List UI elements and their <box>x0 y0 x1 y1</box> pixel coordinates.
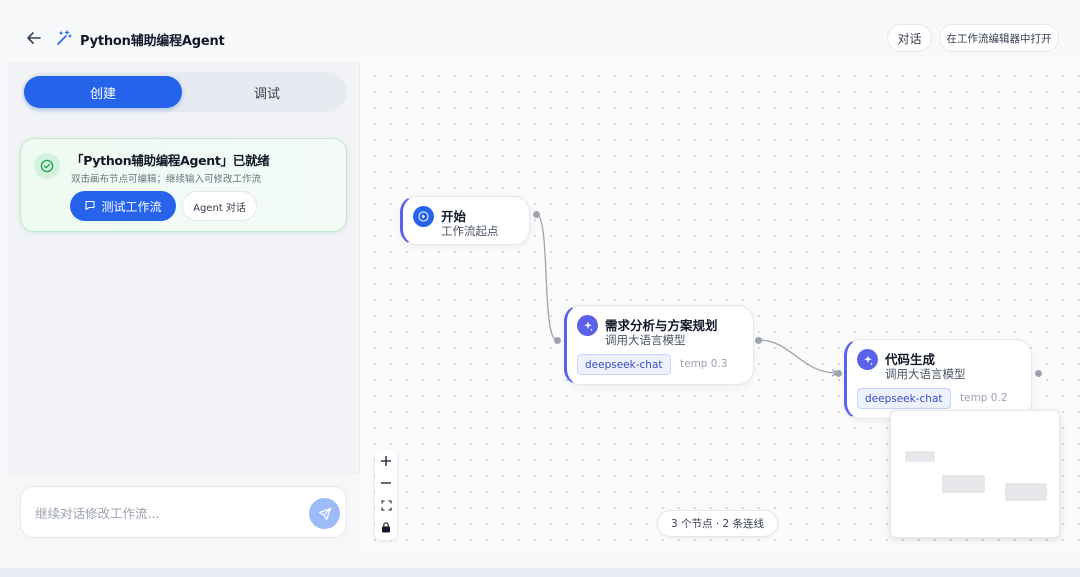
node-code-generation[interactable]: 代码生成 调用大语言模型 deepseek-chat temp 0.2 <box>844 339 1032 419</box>
send-icon <box>318 507 331 520</box>
tab-create[interactable]: 创建 <box>24 76 182 108</box>
node-output-handle[interactable] <box>755 337 762 344</box>
plus-icon <box>381 456 391 466</box>
minimap[interactable] <box>890 410 1060 538</box>
chat-bubble-icon <box>84 199 96 214</box>
llm-sparkle-icon <box>857 349 878 370</box>
top-bar: Python辅助编程Agent 对话 在工作流编辑器中打开 <box>0 14 1080 62</box>
node-output-handle[interactable] <box>1035 370 1042 377</box>
mode-tabs: 创建 调试 <box>22 72 347 112</box>
send-button[interactable] <box>309 498 340 529</box>
lock-button[interactable] <box>375 516 397 538</box>
temperature-label: temp 0.3 <box>680 358 728 370</box>
node-subtitle: 调用大语言模型 <box>605 333 686 347</box>
chat-button[interactable]: 对话 <box>887 24 932 52</box>
edge-start-to-analysis <box>535 213 558 341</box>
fit-view-icon <box>380 499 392 511</box>
node-subtitle: 工作流起点 <box>441 224 499 238</box>
play-icon <box>413 206 434 227</box>
workflow-canvas[interactable]: 开始 工作流起点 需求分析与方案规划 调用大语言模型 deepseek-chat… <box>361 62 1080 551</box>
zoom-controls <box>375 450 397 540</box>
builder-panel: 创建 调试 「Python辅助编程Agent」已就绪 双击画布节点可编辑；继续输… <box>8 62 360 551</box>
chat-input-box <box>20 486 347 539</box>
minimap-node <box>942 475 985 493</box>
ready-description: 双击画布节点可编辑；继续输入可修改工作流 <box>71 174 262 185</box>
node-input-handle[interactable] <box>835 370 842 377</box>
minus-icon <box>381 482 391 484</box>
minimap-node <box>905 451 935 462</box>
graph-stats: 3 个节点 · 2 条连线 <box>657 510 778 537</box>
chat-input[interactable] <box>21 487 301 539</box>
back-arrow-icon[interactable] <box>24 28 44 48</box>
app-window: Python辅助编程Agent 对话 在工作流编辑器中打开 创建 调试 「Pyt… <box>0 0 1080 568</box>
open-in-editor-button[interactable]: 在工作流编辑器中打开 <box>939 24 1059 52</box>
model-tag: deepseek-chat <box>857 388 951 409</box>
node-requirement-analysis[interactable]: 需求分析与方案规划 调用大语言模型 deepseek-chat temp 0.3 <box>564 305 754 385</box>
node-subtitle: 调用大语言模型 <box>885 367 966 381</box>
model-tag: deepseek-chat <box>577 354 671 375</box>
chat-input-area <box>8 474 360 551</box>
page-title: Python辅助编程Agent <box>80 34 225 49</box>
magic-wand-icon <box>55 29 73 47</box>
workflow-ready-card: 「Python辅助编程Agent」已就绪 双击画布节点可编辑；继续输入可修改工作… <box>20 138 347 232</box>
agent-chat-button[interactable]: Agent 对话 <box>182 191 257 221</box>
minimap-node <box>1005 483 1047 501</box>
window-bottom-edge <box>0 568 1080 577</box>
fit-view-button[interactable] <box>375 494 397 516</box>
edge-analysis-to-codegen <box>758 339 838 374</box>
minimap-viewport <box>895 421 1057 531</box>
lock-icon <box>382 521 390 532</box>
llm-sparkle-icon <box>577 315 598 336</box>
node-output-handle[interactable] <box>533 211 540 218</box>
test-workflow-label: 测试工作流 <box>101 199 162 214</box>
zoom-out-button[interactable] <box>375 472 397 494</box>
tab-debug[interactable]: 调试 <box>188 76 346 108</box>
temperature-label: temp 0.2 <box>960 392 1008 404</box>
node-start[interactable]: 开始 工作流起点 <box>400 196 530 245</box>
node-input-handle[interactable] <box>554 337 561 344</box>
test-workflow-button[interactable]: 测试工作流 <box>70 191 176 221</box>
zoom-in-button[interactable] <box>375 450 397 472</box>
ready-title: 「Python辅助编程Agent」已就绪 <box>71 153 270 168</box>
check-circle-icon <box>34 153 60 179</box>
